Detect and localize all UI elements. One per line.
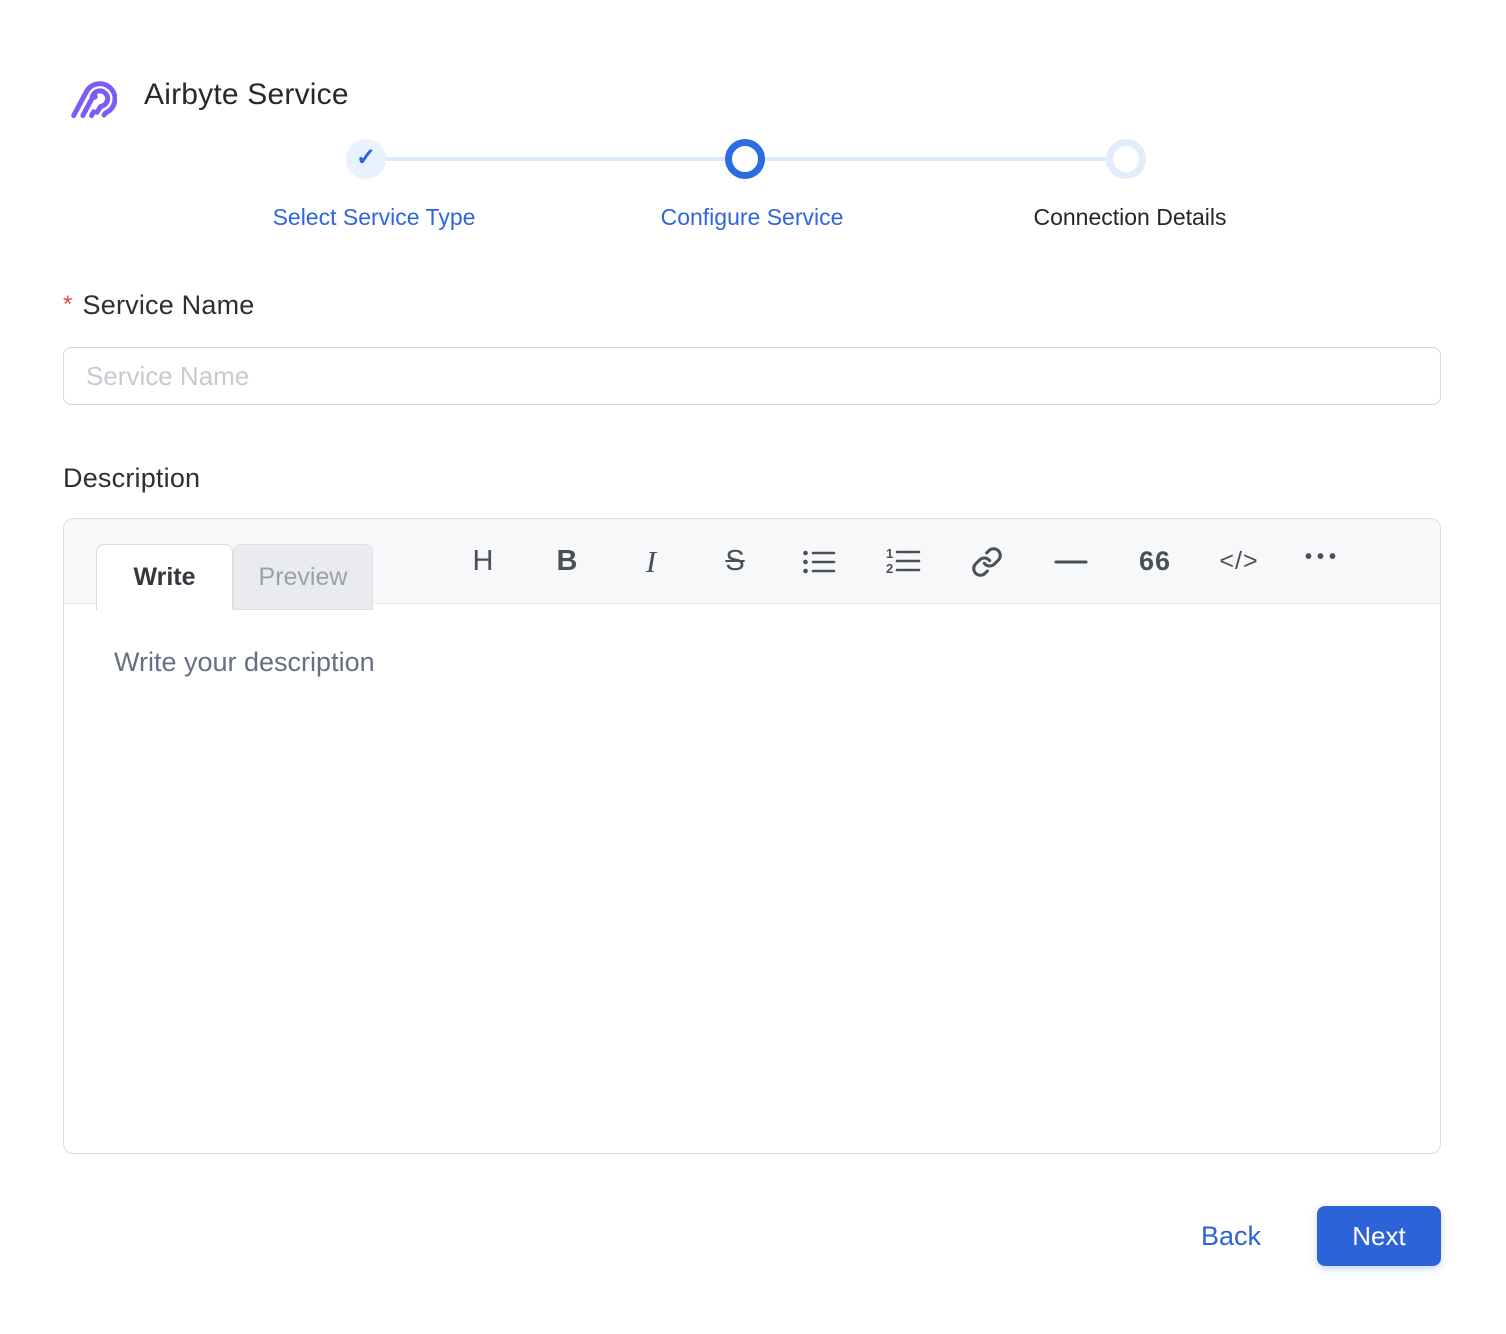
more-options-icon[interactable]: •••: [1281, 519, 1365, 604]
step-2-indicator[interactable]: [725, 139, 765, 179]
description-label: Description: [63, 463, 201, 493]
description-editor: Write Preview H B I S 1 2 66 </> ••• Wri…: [63, 518, 1441, 1154]
ordered-list-icon[interactable]: 1 2: [861, 519, 945, 604]
bold-icon[interactable]: B: [525, 519, 609, 604]
svg-text:2: 2: [886, 561, 893, 576]
strikethrough-icon[interactable]: S: [693, 519, 777, 604]
wizard-page: Airbyte Service ✓ Select Service Type Co…: [0, 0, 1506, 1334]
step-1-label[interactable]: Select Service Type: [174, 204, 574, 231]
italic-icon[interactable]: I: [609, 519, 693, 604]
check-icon: ✓: [355, 144, 377, 171]
service-name-label: * Service Name: [63, 290, 255, 321]
quote-icon[interactable]: 66: [1113, 519, 1197, 604]
step-2-label[interactable]: Configure Service: [552, 204, 952, 231]
code-icon[interactable]: </>: [1197, 519, 1281, 604]
heading-icon[interactable]: H: [441, 519, 525, 604]
link-icon[interactable]: [945, 519, 1029, 604]
service-name-label-text: Service Name: [82, 290, 255, 320]
tab-preview[interactable]: Preview: [233, 544, 373, 610]
back-button[interactable]: Back: [1201, 1221, 1261, 1252]
tab-write[interactable]: Write: [96, 544, 233, 610]
unordered-list-icon[interactable]: [777, 519, 861, 604]
svg-text:1: 1: [886, 547, 893, 561]
next-button[interactable]: Next: [1317, 1206, 1441, 1266]
horizontal-rule-icon[interactable]: [1029, 519, 1113, 604]
step-3-label[interactable]: Connection Details: [930, 204, 1330, 231]
editor-toolbar: H B I S 1 2 66 </> •••: [441, 519, 1365, 604]
step-1-indicator[interactable]: ✓: [346, 139, 386, 179]
footer-actions: Back Next: [1201, 1206, 1441, 1266]
stepper: ✓ Select Service Type Configure Service …: [0, 0, 1506, 250]
step-3-indicator[interactable]: [1106, 139, 1146, 179]
editor-content-area: [64, 605, 1440, 1153]
service-name-input[interactable]: [63, 347, 1441, 405]
required-asterisk: *: [63, 291, 73, 318]
description-textarea[interactable]: [64, 605, 1440, 1153]
